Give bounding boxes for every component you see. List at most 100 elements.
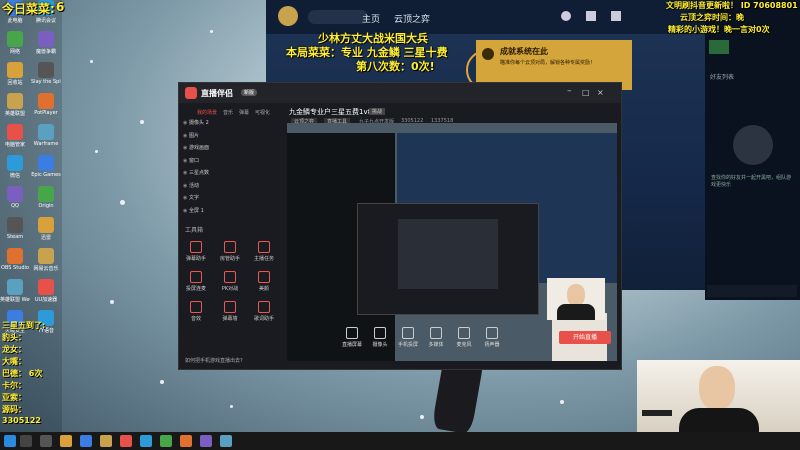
bottom-tool-label: 手机投屏 <box>397 342 418 348</box>
desktop-app-icon <box>38 279 54 295</box>
tool-label: PK对战 <box>221 286 239 292</box>
minimize-icon[interactable]: – <box>567 86 572 96</box>
scene-item[interactable]: ◉ 活动 <box>183 182 275 193</box>
tab-danmaku[interactable]: 弹幕 <box>239 109 249 116</box>
profile-icon[interactable] <box>561 11 571 21</box>
tool-item[interactable]: 主播任务 <box>253 241 275 262</box>
desktop-app-icon <box>38 155 54 171</box>
tool-item[interactable]: 弹幕助手 <box>185 241 207 262</box>
desktop-icon[interactable]: 英雄联盟 WeGame版 <box>0 279 30 309</box>
collection-icon[interactable] <box>611 11 621 21</box>
desktop-icon[interactable]: 迅雷 <box>31 217 61 247</box>
stats-line: 三星五到了: <box>2 321 46 330</box>
task-view-icon[interactable] <box>40 435 52 447</box>
desktop-icon[interactable]: 魔兽争霸 <box>31 31 61 61</box>
close-icon[interactable]: × <box>597 88 604 97</box>
browser-icon[interactable] <box>80 435 92 447</box>
tab-music[interactable]: 音乐 <box>223 109 233 116</box>
friend-note: 查找你的好友并一起开黑吧，组队游戏更快乐 <box>711 175 792 188</box>
desktop-icon[interactable]: 微信 <box>0 155 30 185</box>
desktop-icon[interactable]: UU加速器 <box>31 279 61 309</box>
taskbar <box>0 432 800 450</box>
tool-item[interactable]: 投屏连麦 <box>185 271 207 292</box>
bottom-tool[interactable]: 扬声器 <box>479 327 505 348</box>
streamer-face <box>567 284 585 306</box>
tab-visual[interactable]: 可视化 <box>255 109 270 116</box>
tool-icon <box>190 271 202 283</box>
scene-item[interactable]: ◉ 窗口 <box>183 157 275 168</box>
wechat-taskbar-icon[interactable] <box>160 435 172 447</box>
bottom-tool-icon <box>374 327 386 339</box>
bottom-tool[interactable]: 麦克风 <box>451 327 477 348</box>
search-icon[interactable] <box>20 435 32 447</box>
app-name: 直播伴侣 <box>201 89 233 98</box>
scene-item[interactable]: ◉ 三星点数 <box>183 169 275 180</box>
desktop-icon[interactable]: Steam <box>0 217 30 247</box>
scene-item[interactable]: ◉ 图片 <box>183 132 275 143</box>
store-icon[interactable] <box>586 11 596 21</box>
bottom-tool-label: 扬声器 <box>484 342 500 348</box>
desktop-icon[interactable]: Warframe <box>31 124 61 154</box>
app-logo-icon <box>185 87 197 99</box>
game-play-button[interactable] <box>308 10 368 24</box>
desktop-icon[interactable]: 网络 <box>0 31 30 61</box>
game-nav-home[interactable]: 主页 <box>362 12 380 25</box>
desktop-icon-label: Steam <box>6 234 24 240</box>
desktop-icon[interactable]: QQ <box>0 186 30 216</box>
start-icon[interactable] <box>4 435 16 447</box>
stats-line: 龙女： <box>2 345 26 354</box>
desktop-app-icon <box>7 62 23 78</box>
desktop-icon[interactable]: PotPlayer <box>31 93 61 123</box>
app-taskbar-icon[interactable] <box>220 435 232 447</box>
game-nav-tft[interactable]: 云顶之弈 <box>394 12 430 25</box>
scene-item[interactable]: ◉ 文字 <box>183 194 275 205</box>
preview-nested-inner <box>398 219 498 289</box>
scene-item[interactable]: ◉ 摄像头 2 <box>183 119 275 130</box>
tool-item[interactable]: 歌词助手 <box>253 301 275 322</box>
stream-tag[interactable]: 挑战 <box>369 108 386 115</box>
desktop-icon-label: 网易云音乐 <box>33 266 59 272</box>
tools-label: 工具箱 <box>185 227 204 234</box>
desktop-icon[interactable]: Slay the Spire <box>31 62 61 92</box>
bottom-tool[interactable]: 多媒体 <box>423 327 449 348</box>
bottom-tool-icon <box>458 327 470 339</box>
overlay-today-code: 6 <box>56 0 65 14</box>
bottom-tool[interactable]: 摄像头 <box>367 327 393 348</box>
scene-label: 文字 <box>189 195 200 201</box>
tool-icon <box>224 301 236 313</box>
tool-item[interactable]: 弹幕墙 <box>219 301 241 322</box>
tool-item[interactable]: 音效 <box>185 301 207 322</box>
tool-icon <box>258 241 270 253</box>
streamer-shirt <box>557 304 595 320</box>
stats-line: 亚索： <box>2 393 26 402</box>
stream-title[interactable]: 九金鳞专业户三星五费1v8! <box>289 107 375 117</box>
tool-item[interactable]: PK对战 <box>219 271 241 292</box>
maximize-icon[interactable]: □ <box>582 88 590 97</box>
explorer-icon[interactable] <box>60 435 72 447</box>
desktop-icon[interactable]: Epic Games <box>31 155 61 185</box>
obs-taskbar-icon[interactable] <box>180 435 192 447</box>
desktop-icon[interactable]: 回收站 <box>0 62 30 92</box>
bottom-tool[interactable]: 手机投屏 <box>395 327 421 348</box>
live-companion-taskbar-icon[interactable] <box>120 435 132 447</box>
notice-text[interactable]: 如何把手机游戏直播出去? <box>185 357 243 364</box>
desktop-icon[interactable]: Origin <box>31 186 61 216</box>
scene-item[interactable]: ◉ 游戏画面 <box>183 144 275 155</box>
lol-taskbar-icon[interactable] <box>100 435 112 447</box>
start-live-button[interactable]: 开始直播 <box>559 331 611 344</box>
stats-line: 巴德： 6次 <box>2 369 43 378</box>
qq-taskbar-icon[interactable] <box>140 435 152 447</box>
desktop-icon[interactable]: OBS Studio <box>0 248 30 278</box>
bottom-tool[interactable]: 直播屏幕 <box>339 327 365 348</box>
tab-scenes[interactable]: 我的场景 <box>197 109 217 116</box>
stats-line: 源码： <box>2 405 26 414</box>
scene-item[interactable]: ◉ 全屏 1 <box>183 207 275 218</box>
music-taskbar-icon[interactable] <box>200 435 212 447</box>
tool-item[interactable]: 房管助手 <box>219 241 241 262</box>
scene-label: 窗口 <box>189 157 200 164</box>
desktop-icon[interactable]: 英雄联盟 <box>0 93 30 123</box>
desktop-icon[interactable]: 网易云音乐 <box>31 248 61 278</box>
bottom-tool-icon <box>346 327 358 339</box>
tool-item[interactable]: 美颜 <box>253 271 275 292</box>
desktop-icon[interactable]: 电脑管家 <box>0 124 30 154</box>
